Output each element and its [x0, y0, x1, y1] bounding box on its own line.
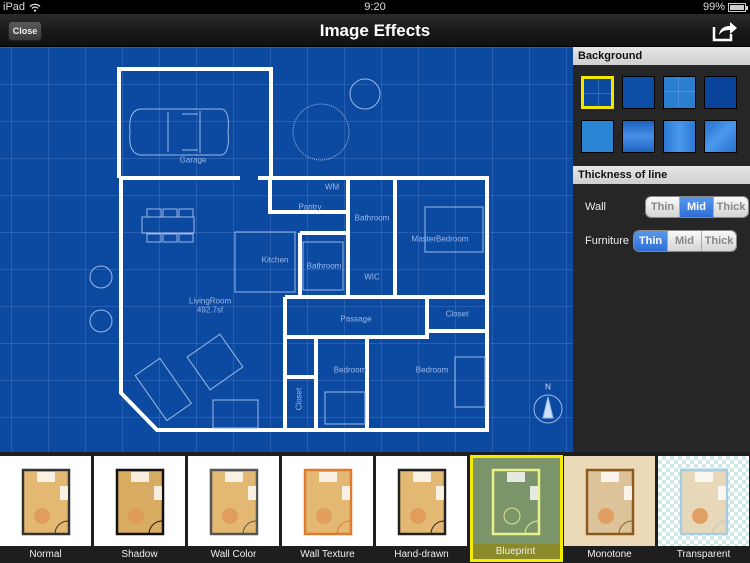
dining-table	[141, 216, 195, 234]
room-label: LivingRoom	[188, 296, 232, 306]
tree	[349, 78, 381, 110]
thickness-label: Wall	[585, 201, 606, 213]
effect-transparent[interactable]: Transparent	[658, 452, 749, 563]
thickness-row-furniture: Furniture Thin Mid Thick	[573, 224, 750, 258]
kitchen-preview-icon	[115, 468, 165, 536]
room-label: Bedroom	[415, 365, 449, 375]
background-swatch[interactable]	[704, 76, 737, 109]
bed	[324, 391, 366, 425]
floor-plan-canvas[interactable]: Garage WM Pantry Bathroom MasterBedroom …	[0, 47, 573, 452]
share-icon	[712, 22, 737, 42]
effect-thumbnail	[0, 456, 91, 546]
compass-needle	[542, 396, 554, 419]
background-swatch[interactable]	[704, 120, 737, 153]
car-detail	[167, 111, 201, 153]
room-label: WIC	[364, 272, 380, 282]
share-button[interactable]	[712, 19, 738, 43]
tree-shrub	[292, 103, 350, 161]
background-header: Background	[573, 47, 750, 65]
segment-thick[interactable]: Thick	[714, 197, 748, 217]
status-bar: iPad 9:20 99%	[0, 0, 750, 14]
segment-mid[interactable]: Mid	[680, 197, 714, 217]
room-label: Kitchen	[261, 255, 289, 265]
armchair	[212, 399, 259, 429]
kitchen-preview-icon	[209, 468, 259, 536]
effect-thumbnail	[188, 456, 279, 546]
coffee-table	[186, 333, 244, 391]
effect-thumbnail	[376, 456, 467, 546]
effect-normal[interactable]: Normal	[0, 452, 91, 563]
plant	[89, 309, 113, 333]
segment-thick[interactable]: Thick	[702, 231, 736, 251]
effect-hand-drawn[interactable]: Hand-drawn	[376, 452, 467, 563]
thickness-header: Thickness of line	[573, 166, 750, 184]
furniture	[89, 78, 563, 429]
background-swatch[interactable]	[663, 120, 696, 153]
effect-label: Transparent	[676, 549, 731, 560]
effect-monotone[interactable]: Monotone	[564, 452, 655, 563]
room-label: MasterBedroom	[411, 234, 469, 244]
bed	[454, 356, 486, 408]
navigation-bar: Close Image Effects	[0, 14, 750, 47]
room-area: 492.7sf	[196, 305, 224, 315]
background-swatch[interactable]	[581, 76, 614, 109]
effect-label: Normal	[29, 549, 62, 560]
kitchen-preview-icon	[303, 468, 353, 536]
plant	[89, 265, 113, 289]
room-label: Bedroom	[333, 365, 367, 375]
effect-label: Wall Texture	[300, 549, 355, 560]
room-label: Passage	[340, 314, 372, 324]
effect-wall-color[interactable]: Wall Color	[188, 452, 279, 563]
room-label: Garage	[179, 155, 207, 165]
room-label: Pantry	[298, 202, 322, 212]
page-title: Image Effects	[319, 21, 431, 40]
kitchen-preview-icon	[397, 468, 447, 536]
kitchen-preview-icon	[21, 468, 71, 536]
kitchen-preview-icon	[585, 468, 635, 536]
selection-frame	[470, 455, 563, 562]
effect-label: Shadow	[121, 549, 158, 560]
room-label: Bathroom	[354, 213, 390, 223]
thickness-label: Furniture	[585, 235, 630, 247]
clock: 9:20	[364, 1, 386, 13]
battery-percent: 99%	[702, 1, 725, 13]
room-label: WM	[324, 182, 340, 192]
room-label: Closet	[445, 309, 469, 319]
compass-label: N	[545, 382, 551, 392]
segment-mid[interactable]: Mid	[668, 231, 702, 251]
effects-bar: Normal Shadow Wall Color Wall Texture Ha…	[0, 452, 750, 563]
thickness-segmented-control: Thin Mid Thick	[645, 196, 749, 218]
background-swatch[interactable]	[622, 120, 655, 153]
battery-icon	[728, 2, 748, 12]
kitchen-preview-icon	[679, 468, 729, 536]
sofa	[134, 357, 193, 422]
background-swatches	[573, 65, 750, 166]
effect-thumbnail	[94, 456, 185, 546]
effect-label: Wall Color	[210, 549, 257, 560]
effect-wall-texture[interactable]: Wall Texture	[282, 452, 373, 563]
effect-thumbnail	[282, 456, 373, 546]
effect-label: Hand-drawn	[394, 549, 449, 560]
thickness-segmented-control: Thin Mid Thick	[633, 230, 737, 252]
segment-thin[interactable]: Thin	[634, 231, 668, 251]
effect-shadow[interactable]: Shadow	[94, 452, 185, 563]
effect-blueprint[interactable]: Blueprint	[470, 452, 563, 563]
effect-thumbnail	[658, 456, 749, 546]
side-panel: Background Thickness of line Wall Thin Mid…	[573, 47, 750, 452]
car	[129, 108, 229, 156]
background-swatch[interactable]	[622, 76, 655, 109]
background-swatch[interactable]	[581, 120, 614, 153]
segment-thin[interactable]: Thin	[646, 197, 680, 217]
floor-plan-drawing	[89, 67, 563, 432]
bed-master	[424, 206, 484, 253]
effect-label: Monotone	[587, 549, 632, 560]
background-swatch[interactable]	[663, 76, 696, 109]
effect-thumbnail	[564, 456, 655, 546]
room-label: Bathroom	[306, 261, 342, 271]
room-label: Closet	[294, 387, 304, 411]
thickness-row-wall: Wall Thin Mid Thick	[573, 190, 750, 224]
